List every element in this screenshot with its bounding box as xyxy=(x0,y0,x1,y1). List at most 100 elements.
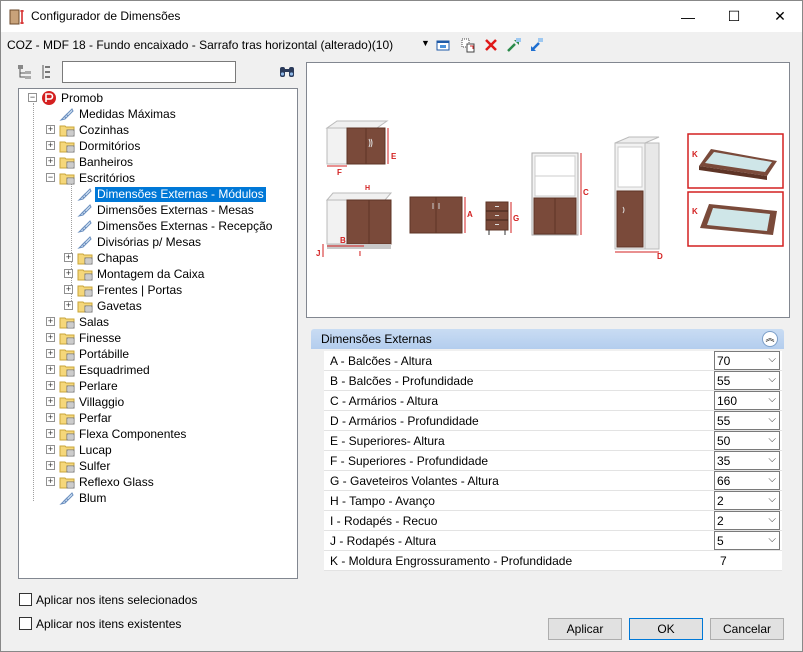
tree-item-finesse[interactable]: Finesse xyxy=(59,330,123,346)
search-input[interactable] xyxy=(62,61,236,83)
expand-toggle[interactable]: + xyxy=(46,349,55,358)
expand-toggle[interactable]: + xyxy=(46,429,55,438)
expand-toggle[interactable]: + xyxy=(46,317,55,326)
collapse-section-icon[interactable]: ︽ xyxy=(762,331,778,347)
tree-item-flexa-componentes[interactable]: Flexa Componentes xyxy=(59,426,188,442)
chevron-down-icon[interactable]: ▼ xyxy=(421,38,430,48)
binoculars-icon[interactable] xyxy=(279,64,295,78)
tree-item-dormitorios[interactable]: Dormitórios xyxy=(59,138,142,154)
apply-selected-checkbox[interactable] xyxy=(19,593,32,606)
expand-toggle[interactable]: + xyxy=(46,157,55,166)
property-row[interactable]: C - Armários - Altura 160 ⌵ xyxy=(324,391,782,411)
property-value-select[interactable]: 66 ⌵ xyxy=(714,471,780,490)
expand-toggle[interactable]: + xyxy=(46,365,55,374)
property-value-select[interactable]: 50 ⌵ xyxy=(714,431,780,450)
tree-item-dimensoes-externas-mesas[interactable]: Dimensões Externas - Mesas xyxy=(77,202,256,218)
expand-toggle[interactable]: + xyxy=(64,269,73,278)
chevron-down-icon[interactable]: ⌵ xyxy=(768,494,776,505)
close-button[interactable]: ✕ xyxy=(757,1,803,32)
chevron-down-icon[interactable]: ⌵ xyxy=(768,434,776,445)
tree-item-sulfer[interactable]: Sulfer xyxy=(59,458,112,474)
property-value-select[interactable]: 35 ⌵ xyxy=(714,451,780,470)
property-value-select[interactable]: 160 ⌵ xyxy=(714,391,780,410)
tree-item-lucap[interactable]: Lucap xyxy=(59,442,114,458)
property-row[interactable]: F - Superiores - Profundidade 35 ⌵ xyxy=(324,451,782,471)
property-row[interactable]: A - Balcões - Altura 70 ⌵ xyxy=(324,351,782,371)
expand-toggle[interactable]: + xyxy=(46,413,55,422)
property-row[interactable]: I - Rodapés - Recuo 2 ⌵ xyxy=(324,511,782,531)
tree-item-montagem-da-caixa[interactable]: Montagem da Caixa xyxy=(77,266,206,282)
config-select[interactable]: COZ - MDF 18 - Fundo encaixado - Sarrafo… xyxy=(7,38,393,52)
expand-toggle[interactable]: + xyxy=(46,381,55,390)
apply-button[interactable]: Aplicar xyxy=(548,618,622,640)
tree-item-perlare[interactable]: Perlare xyxy=(59,378,120,394)
property-row[interactable]: B - Balcões - Profundidade 55 ⌵ xyxy=(324,371,782,391)
tree-item-reflexo-glass[interactable]: Reflexo Glass xyxy=(59,474,156,490)
chevron-down-icon[interactable]: ⌵ xyxy=(768,354,776,365)
tree-root-promob[interactable]: Promob xyxy=(41,90,105,106)
tree-item-gavetas[interactable]: Gavetas xyxy=(77,298,144,314)
property-row[interactable]: J - Rodapés - Altura 5 ⌵ xyxy=(324,531,782,551)
tree-item-dimensoes-externas-modulos[interactable]: Dimensões Externas - Módulos xyxy=(77,186,266,202)
delete-icon[interactable] xyxy=(483,37,499,53)
expand-toggle[interactable]: + xyxy=(46,445,55,454)
property-row[interactable]: D - Armários - Profundidade 55 ⌵ xyxy=(324,411,782,431)
tree-item-villaggio[interactable]: Villaggio xyxy=(59,394,126,410)
expand-toggle[interactable]: + xyxy=(46,477,55,486)
window-icon[interactable] xyxy=(435,37,451,53)
property-value-select[interactable]: 70 ⌵ xyxy=(714,351,780,370)
chevron-down-icon[interactable]: ⌵ xyxy=(768,534,776,545)
copy-icon[interactable] xyxy=(460,37,476,53)
property-value-select[interactable]: 2 ⌵ xyxy=(714,511,780,530)
tree-item-dimensoes-externas-recepcao[interactable]: Dimensões Externas - Recepção xyxy=(77,218,274,234)
property-row[interactable]: E - Superiores- Altura 50 ⌵ xyxy=(324,431,782,451)
tree-item-perfar[interactable]: Perfar xyxy=(59,410,114,426)
property-row[interactable]: K - Moldura Engrossuramento - Profundida… xyxy=(324,551,782,571)
import-icon[interactable] xyxy=(529,37,545,53)
export-icon[interactable] xyxy=(506,37,522,53)
tree-item-escritorios[interactable]: Escritórios xyxy=(59,170,137,186)
property-value-input[interactable]: 7 xyxy=(720,554,727,568)
tree-collapse-icon[interactable] xyxy=(17,64,33,80)
cancel-button[interactable]: Cancelar xyxy=(710,618,784,640)
tree-item-portabille[interactable]: Portábille xyxy=(59,346,131,362)
ok-button[interactable]: OK xyxy=(629,618,703,640)
chevron-down-icon[interactable]: ⌵ xyxy=(768,414,776,425)
section-header-dimensoes[interactable]: Dimensões Externas ︽ xyxy=(311,329,784,349)
tree-item-esquadrimed[interactable]: Esquadrimed xyxy=(59,362,152,378)
tree-item-divisorias-p-mesas[interactable]: Divisórias p/ Mesas xyxy=(77,234,203,250)
chevron-down-icon[interactable]: ⌵ xyxy=(768,514,776,525)
expand-toggle[interactable]: + xyxy=(46,141,55,150)
expand-toggle[interactable]: + xyxy=(64,301,73,310)
property-value-select[interactable]: 2 ⌵ xyxy=(714,491,780,510)
property-row[interactable]: H - Tampo - Avanço 2 ⌵ xyxy=(324,491,782,511)
collapse-toggle[interactable]: − xyxy=(46,173,55,182)
expand-toggle[interactable]: + xyxy=(64,253,73,262)
collapse-toggle[interactable]: − xyxy=(28,93,37,102)
tree-item-banheiros[interactable]: Banheiros xyxy=(59,154,135,170)
tree-item-chapas[interactable]: Chapas xyxy=(77,250,140,266)
maximize-button[interactable]: ☐ xyxy=(711,1,757,32)
property-value-select[interactable]: 55 ⌵ xyxy=(714,411,780,430)
expand-toggle[interactable]: + xyxy=(46,461,55,470)
property-value-select[interactable]: 55 ⌵ xyxy=(714,371,780,390)
apply-existing-checkbox[interactable] xyxy=(19,617,32,630)
expand-toggle[interactable]: + xyxy=(46,397,55,406)
chevron-down-icon[interactable]: ⌵ xyxy=(768,374,776,385)
chevron-down-icon[interactable]: ⌵ xyxy=(768,394,776,405)
tree-list-icon[interactable] xyxy=(41,64,53,80)
property-row[interactable]: G - Gaveteiros Volantes - Altura 66 ⌵ xyxy=(324,471,782,491)
expand-toggle[interactable]: + xyxy=(64,285,73,294)
tree-item-label: Flexa Componentes xyxy=(79,426,187,441)
chevron-down-icon[interactable]: ⌵ xyxy=(768,474,776,485)
tree-item-frentes-portas[interactable]: Frentes | Portas xyxy=(77,282,184,298)
expand-toggle[interactable]: + xyxy=(46,125,55,134)
property-value-select[interactable]: 5 ⌵ xyxy=(714,531,780,550)
tree-item-salas[interactable]: Salas xyxy=(59,314,111,330)
chevron-down-icon[interactable]: ⌵ xyxy=(768,454,776,465)
tree-item-blum[interactable]: Blum xyxy=(59,490,108,506)
minimize-button[interactable]: — xyxy=(665,1,711,32)
tree-item-cozinhas[interactable]: Cozinhas xyxy=(59,122,131,138)
expand-toggle[interactable]: + xyxy=(46,333,55,342)
tree-item-medidas-maximas[interactable]: Medidas Máximas xyxy=(59,106,178,122)
